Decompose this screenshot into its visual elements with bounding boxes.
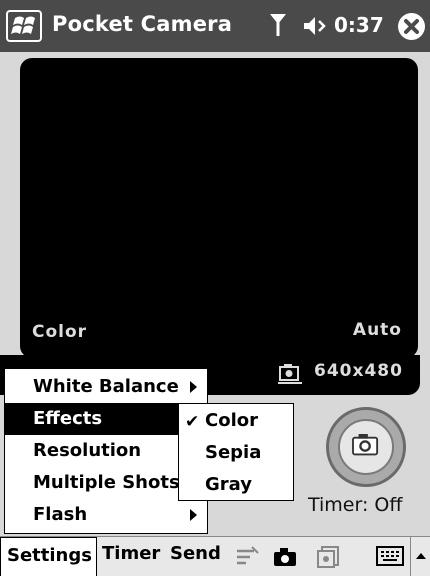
shutter-button[interactable]	[326, 407, 406, 487]
keyboard-icon[interactable]	[376, 545, 404, 567]
menu-item-resolution[interactable]: Resolution	[5, 435, 207, 467]
shutter-inner	[338, 419, 394, 475]
view-list-icon[interactable]	[234, 545, 260, 569]
submenu-item-gray[interactable]: Gray	[179, 470, 293, 502]
menu-item-flash[interactable]: Flash	[5, 499, 207, 531]
settings-menu-button[interactable]: Settings	[0, 537, 97, 576]
close-icon	[404, 19, 419, 34]
send-menu-button[interactable]: Send	[170, 543, 221, 564]
gallery-icon[interactable]	[316, 545, 342, 569]
app-title: Pocket Camera	[52, 12, 233, 36]
menu-item-label: Effects	[33, 408, 103, 429]
volume-icon[interactable]	[302, 15, 332, 37]
menu-item-label: Flash	[33, 504, 88, 525]
submenu-item-color[interactable]: ✔ Color	[179, 406, 293, 438]
resolution-icon	[278, 364, 302, 384]
submenu-arrow-icon	[190, 509, 197, 521]
effect-indicator: Color	[32, 322, 88, 342]
menu-item-label: Resolution	[33, 440, 142, 461]
viewfinder: Color Auto	[20, 58, 418, 358]
menu-item-white-balance[interactable]: White Balance	[5, 371, 207, 403]
command-bar: Settings Timer Send	[0, 536, 430, 576]
camera-icon	[352, 434, 379, 456]
close-button[interactable]	[398, 13, 425, 40]
chevron-up-icon	[416, 553, 426, 559]
menu-item-effects[interactable]: Effects	[5, 403, 207, 435]
effects-submenu: ✔ Color Sepia Gray	[178, 403, 294, 501]
title-bar: Pocket Camera 0:37	[0, 0, 430, 52]
timer-status: Timer: Off	[308, 494, 403, 516]
clock: 0:37	[334, 13, 384, 37]
resolution-indicator: 640x480	[314, 361, 403, 381]
input-panel-toggle[interactable]	[410, 537, 430, 576]
timer-menu-button[interactable]: Timer	[102, 543, 160, 564]
submenu-item-label: Color	[205, 410, 258, 431]
submenu-arrow-icon	[190, 381, 197, 393]
camera-icon[interactable]	[272, 545, 298, 569]
submenu-item-label: Sepia	[205, 442, 262, 463]
checkmark-icon: ✔	[185, 412, 200, 432]
menu-item-multiple-shots[interactable]: Multiple Shots	[5, 467, 207, 499]
menu-item-label: Multiple Shots	[33, 472, 180, 493]
white-balance-indicator: Auto	[352, 320, 402, 340]
signal-icon[interactable]	[268, 12, 288, 38]
menu-item-label: White Balance	[33, 376, 179, 397]
start-flag-icon[interactable]	[6, 10, 42, 42]
submenu-item-label: Gray	[205, 474, 252, 495]
submenu-item-sepia[interactable]: Sepia	[179, 438, 293, 470]
